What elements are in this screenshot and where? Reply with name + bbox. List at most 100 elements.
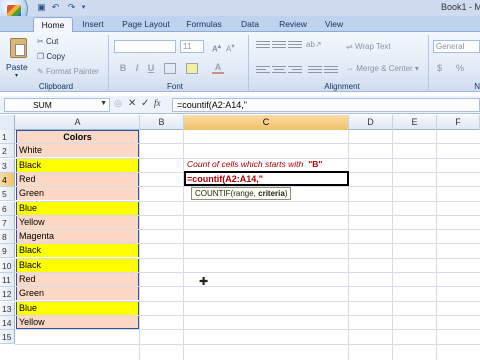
- row-header-9[interactable]: 9: [0, 244, 15, 259]
- enter-check-icon[interactable]: ✓: [141, 98, 149, 109]
- cell-a11[interactable]: Red: [16, 273, 139, 286]
- align-bottom-icon[interactable]: [288, 39, 302, 50]
- undo-icon[interactable]: ↶: [50, 2, 61, 13]
- format-painter-button[interactable]: ✎ Format Painter: [37, 67, 99, 77]
- font-name-box[interactable]: [114, 40, 176, 53]
- resize-handle-icon[interactable]: ◎: [114, 98, 122, 109]
- select-all-corner[interactable]: [0, 115, 15, 130]
- row-header-2[interactable]: 2: [0, 144, 15, 159]
- active-cell-c4[interactable]: =countif(A2:A14,": [184, 171, 349, 186]
- cell-c3-value: "B": [308, 159, 323, 169]
- increase-indent-icon[interactable]: [324, 64, 338, 75]
- row-header-1[interactable]: 1: [0, 130, 15, 144]
- align-right-icon[interactable]: [288, 64, 302, 75]
- align-middle-icon[interactable]: [272, 39, 286, 50]
- wrap-text-icon: ⇌: [346, 42, 353, 51]
- group-divider: [108, 35, 109, 90]
- row-header-13[interactable]: 13: [0, 301, 15, 316]
- cancel-icon[interactable]: ✕: [128, 98, 136, 109]
- column-header-b[interactable]: B: [140, 115, 184, 130]
- gridline: [348, 130, 349, 360]
- row-header-4[interactable]: 4: [0, 172, 15, 187]
- title-bar: ▣ ↶ ↷ ▾ Book1 - M: [0, 0, 480, 26]
- wrap-text-button[interactable]: ⇌ Wrap Text: [346, 42, 391, 52]
- active-cell-entry: =countif(A2:A14,": [187, 174, 264, 184]
- cell-a14[interactable]: Yellow: [16, 315, 139, 329]
- row-header-15[interactable]: 15: [0, 330, 15, 345]
- name-box-dropdown-icon[interactable]: ▼: [100, 100, 107, 107]
- fill-color-icon[interactable]: [186, 63, 198, 74]
- bold-button[interactable]: B: [116, 62, 130, 75]
- name-box[interactable]: SUM ▼: [4, 98, 110, 112]
- font-color-icon[interactable]: A: [212, 62, 224, 74]
- borders-icon[interactable]: [164, 63, 176, 74]
- cell-a13[interactable]: Blue: [16, 301, 139, 315]
- row-header-11[interactable]: 11: [0, 273, 15, 287]
- cut-button[interactable]: ✂ Cut: [37, 37, 58, 47]
- spreadsheet-grid[interactable]: A B C D E F 1 2 3 4 5 6 7 8 9 10 11 12 13 14 15 Colors W…: [0, 115, 480, 360]
- cell-a7[interactable]: Yellow: [16, 215, 139, 229]
- insert-function-icon[interactable]: fx: [154, 98, 161, 108]
- number-format-value: General: [436, 42, 465, 51]
- gridline: [15, 343, 480, 345]
- save-icon[interactable]: ▣: [36, 2, 47, 13]
- align-left-icon[interactable]: [256, 64, 270, 75]
- italic-button[interactable]: I: [130, 62, 144, 75]
- tab-page-layout[interactable]: Page Layout: [118, 17, 174, 32]
- underline-button[interactable]: U: [144, 62, 158, 75]
- tab-insert[interactable]: Insert: [76, 17, 110, 32]
- qat-dropdown-icon[interactable]: ▾: [78, 2, 89, 13]
- tooltip-close: ): [284, 189, 288, 198]
- ribbon-tabs: Home Insert Page Layout Formulas Data Re…: [0, 16, 480, 32]
- cell-a10[interactable]: Black: [16, 258, 139, 272]
- tab-home[interactable]: Home: [33, 17, 73, 32]
- cell-a9[interactable]: Black: [16, 244, 139, 258]
- cell-a6[interactable]: Blue: [16, 201, 139, 215]
- column-header-d[interactable]: D: [349, 115, 393, 130]
- cell-a5[interactable]: Green: [16, 187, 139, 201]
- font-size-box[interactable]: 11: [180, 40, 204, 53]
- row-header-8[interactable]: 8: [0, 230, 15, 245]
- tab-formulas[interactable]: Formulas: [183, 17, 225, 32]
- formula-input[interactable]: =countif(A2:A14,": [172, 98, 480, 112]
- copy-button[interactable]: ❐ Copy: [37, 52, 65, 62]
- cell-a3[interactable]: Black: [16, 158, 139, 172]
- row-header-7[interactable]: 7: [0, 215, 15, 230]
- function-tooltip[interactable]: COUNTIF(range, criteria): [191, 187, 292, 200]
- shrink-font-icon[interactable]: A▾: [226, 42, 235, 55]
- number-format-box[interactable]: General: [433, 40, 480, 53]
- percent-icon[interactable]: %: [456, 63, 464, 73]
- tab-view[interactable]: View: [320, 17, 348, 32]
- cell-a2[interactable]: White: [16, 144, 139, 158]
- align-center-icon[interactable]: [272, 64, 286, 75]
- redo-icon[interactable]: ↷: [66, 2, 77, 13]
- tooltip-current-arg: criteria: [258, 189, 285, 198]
- cell-a12[interactable]: Green: [16, 287, 139, 301]
- cell-a1-header[interactable]: Colors: [16, 130, 139, 143]
- column-header-e[interactable]: E: [393, 115, 437, 130]
- window-title: Book1 - M: [441, 2, 480, 12]
- cell-c3[interactable]: Count of cells which starts with "B": [185, 157, 348, 171]
- merge-center-button[interactable]: ⇔ Merge & Center ▾: [346, 64, 419, 74]
- cell-a4[interactable]: Red: [16, 172, 139, 186]
- grow-font-icon[interactable]: A▴: [212, 42, 221, 55]
- tab-data[interactable]: Data: [237, 17, 263, 32]
- row-header-3[interactable]: 3: [0, 158, 15, 173]
- row-header-5[interactable]: 5: [0, 187, 15, 202]
- paste-button[interactable]: Paste ▾: [4, 36, 32, 79]
- row-header-10[interactable]: 10: [0, 258, 15, 273]
- decrease-indent-icon[interactable]: [308, 64, 322, 75]
- orientation-icon[interactable]: ab↗: [306, 40, 322, 50]
- column-header-a[interactable]: A: [16, 115, 140, 130]
- row-header-12[interactable]: 12: [0, 287, 15, 302]
- column-header-c[interactable]: C: [184, 115, 349, 130]
- align-top-icon[interactable]: [256, 39, 270, 50]
- name-box-value: SUM: [33, 100, 52, 110]
- tab-review[interactable]: Review: [275, 17, 311, 32]
- cell-a8[interactable]: Magenta: [16, 230, 139, 244]
- row-header-14[interactable]: 14: [0, 315, 15, 330]
- row-header-6[interactable]: 6: [0, 201, 15, 216]
- column-header-f[interactable]: F: [437, 115, 480, 130]
- ribbon-home: Paste ▾ ✂ Cut ❐ Copy ✎ Format Painter Cl…: [0, 32, 480, 92]
- currency-icon[interactable]: $: [437, 63, 442, 73]
